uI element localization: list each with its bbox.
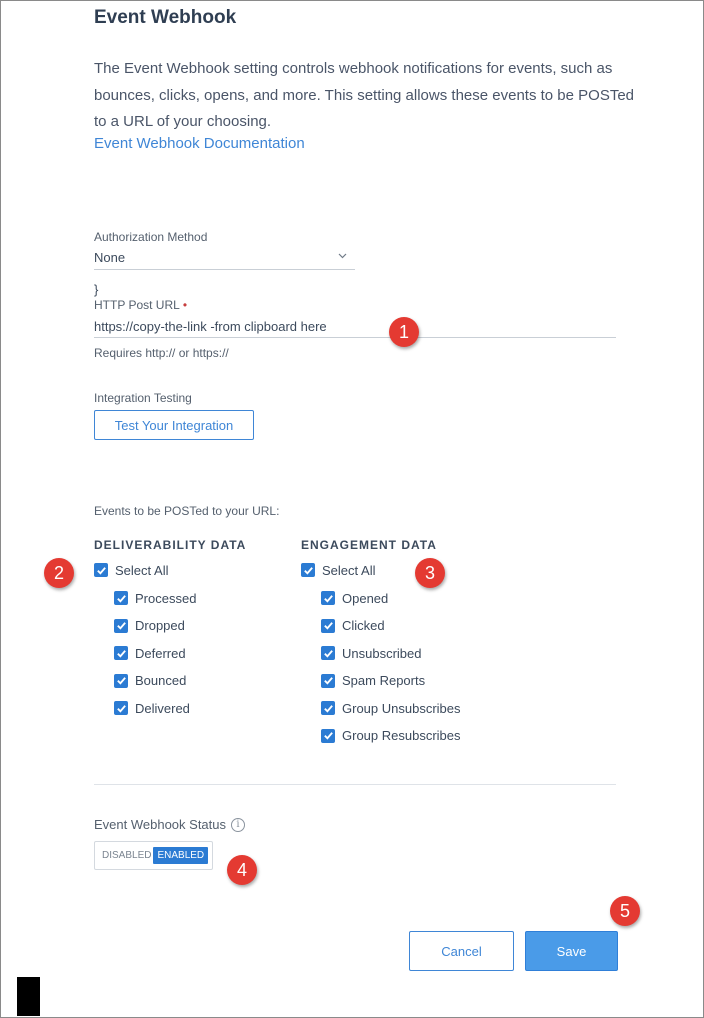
deliverability-event-item[interactable]: Delivered: [114, 699, 190, 717]
redaction-block: [17, 977, 40, 1016]
stray-brace-text: }: [94, 282, 99, 297]
step-marker-1: 1: [389, 317, 419, 347]
deliverability-event-item[interactable]: Processed: [114, 589, 196, 607]
webhook-status-label-text: Event Webhook Status: [94, 817, 227, 832]
step-marker-2: 2: [44, 558, 74, 588]
engagement-event-item[interactable]: Unsubscribed: [321, 644, 422, 662]
checkbox-checked-icon[interactable]: [114, 618, 128, 633]
checkbox-checked-icon[interactable]: [114, 591, 128, 605]
webhook-settings-panel: Event Webhook The Event Webhook setting …: [0, 0, 704, 1018]
auth-method-select[interactable]: None: [94, 247, 355, 270]
cancel-button[interactable]: Cancel: [409, 931, 514, 971]
engagement-select-all[interactable]: Select All: [301, 561, 375, 579]
toggle-disabled-option[interactable]: DISABLED: [102, 850, 151, 861]
checkbox-checked-icon[interactable]: [114, 673, 128, 688]
deliverability-select-all-label: Select All: [115, 562, 169, 578]
engagement-event-label: Clicked: [342, 618, 385, 633]
deliverability-heading: DELIVERABILITY DATA: [94, 538, 247, 552]
page-description: The Event Webhook setting controls webho…: [94, 60, 635, 130]
engagement-event-item[interactable]: Group Unsubscribes: [321, 699, 461, 717]
engagement-heading: ENGAGEMENT DATA: [301, 538, 437, 552]
deliverability-event-item[interactable]: Bounced: [114, 672, 186, 690]
checkbox-checked-icon[interactable]: [114, 646, 128, 660]
engagement-select-all-label: Select All: [322, 562, 376, 578]
deliverability-event-label: Processed: [135, 590, 197, 606]
engagement-event-label: Opened: [342, 590, 389, 606]
checkbox-checked-icon[interactable]: [301, 563, 315, 577]
deliverability-select-all[interactable]: Select All: [94, 561, 168, 579]
checkbox-checked-icon[interactable]: [114, 701, 128, 715]
toggle-enabled-option[interactable]: ENABLED: [153, 847, 209, 864]
deliverability-event-label: Bounced: [135, 673, 187, 688]
engagement-event-item[interactable]: Opened: [321, 589, 388, 607]
deliverability-event-item[interactable]: Deferred: [114, 644, 186, 662]
http-post-url-label: HTTP Post URL •: [94, 298, 187, 312]
webhook-status-toggle[interactable]: DISABLED ENABLED: [94, 841, 213, 870]
engagement-event-item[interactable]: Clicked: [321, 617, 385, 635]
engagement-event-label: Group Unsubscribes: [342, 700, 461, 716]
checkbox-checked-icon[interactable]: [321, 618, 335, 633]
auth-method-value: None: [94, 250, 126, 265]
engagement-event-label: Group Resubscribes: [342, 728, 461, 743]
engagement-event-label: Spam Reports: [342, 673, 426, 688]
chevron-down-icon: [338, 251, 347, 262]
deliverability-event-label: Delivered: [135, 700, 190, 716]
checkbox-checked-icon[interactable]: [321, 646, 335, 660]
step-marker-5: 5: [610, 896, 640, 926]
page-title: Event Webhook: [94, 7, 237, 28]
deliverability-event-label: Deferred: [135, 645, 186, 661]
deliverability-event-label: Dropped: [135, 618, 185, 633]
step-marker-3: 3: [415, 558, 445, 588]
checkbox-checked-icon[interactable]: [321, 701, 335, 715]
checkbox-checked-icon[interactable]: [321, 728, 335, 743]
engagement-event-label: Unsubscribed: [342, 645, 422, 661]
step-marker-4: 4: [227, 855, 257, 885]
http-post-url-help: Requires http:// or https://: [94, 346, 229, 360]
checkbox-checked-icon[interactable]: [321, 591, 335, 605]
integration-testing-label: Integration Testing: [94, 391, 192, 405]
webhook-status-label: Event Webhook Status i: [94, 817, 246, 832]
info-icon[interactable]: i: [231, 817, 246, 832]
http-post-url-value: https://copy-the-link -from clipboard he…: [94, 319, 327, 334]
checkbox-checked-icon[interactable]: [94, 563, 108, 577]
save-button[interactable]: Save: [525, 931, 618, 971]
required-dot-icon: •: [182, 298, 188, 312]
events-label: Events to be POSTed to your URL:: [94, 504, 280, 518]
test-integration-button[interactable]: Test Your Integration: [94, 410, 254, 440]
engagement-event-item[interactable]: Group Resubscribes: [321, 727, 461, 745]
http-post-url-label-text: HTTP Post URL: [94, 298, 180, 312]
engagement-event-item[interactable]: Spam Reports: [321, 672, 425, 690]
checkbox-checked-icon[interactable]: [321, 673, 335, 688]
auth-method-label: Authorization Method: [94, 230, 208, 244]
section-divider: [94, 784, 616, 785]
documentation-link[interactable]: Event Webhook Documentation: [94, 135, 305, 152]
http-post-url-input[interactable]: https://copy-the-link -from clipboard he…: [94, 315, 616, 338]
deliverability-event-item[interactable]: Dropped: [114, 617, 185, 635]
